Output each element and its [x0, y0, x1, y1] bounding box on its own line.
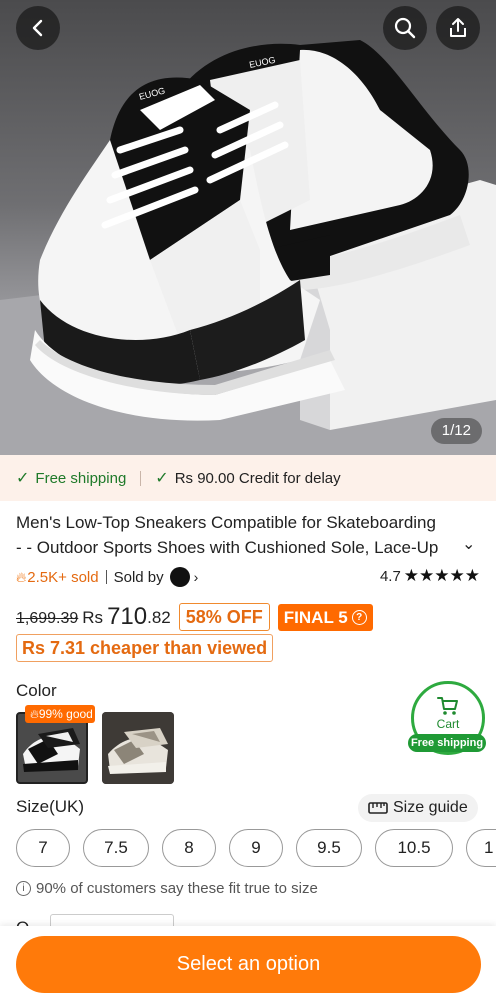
size-chip[interactable]: 8	[162, 829, 216, 867]
seller-logo	[169, 567, 190, 587]
info-icon: i	[16, 881, 31, 896]
ruler-icon	[368, 802, 388, 814]
product-title: Men's Low-Top Sneakers Compatible for Sk…	[16, 510, 456, 560]
sale-price-cents: .82	[147, 608, 171, 627]
chevron-left-icon	[32, 19, 43, 37]
cart-icon	[437, 697, 458, 715]
image-counter: 1/12	[430, 418, 482, 444]
divider	[105, 570, 107, 584]
select-option-button[interactable]: Select an option	[16, 936, 481, 993]
free-shipping-text: Free shipping	[35, 469, 127, 487]
delay-credit-text: Rs 90.00 Credit for delay	[174, 469, 341, 487]
color-label: Color	[16, 681, 57, 700]
search-button[interactable]	[383, 6, 427, 50]
check-icon: ✓	[155, 470, 169, 487]
sneaker-image: EUOG EUOG	[0, 40, 496, 455]
sold-by-link[interactable]: Sold by ›	[113, 567, 199, 587]
size-label: Size(UK)	[16, 797, 85, 816]
search-icon	[394, 17, 416, 39]
size-chip[interactable]: 7	[16, 829, 70, 867]
good-rating-text: 99% good	[38, 707, 93, 721]
title-line-1: Men's Low-Top Sneakers Compatible for Sk…	[16, 513, 436, 532]
fit-note: i 90% of customers say these fit true to…	[16, 880, 318, 897]
flame-icon: 🔥︎	[30, 707, 39, 721]
cheaper-than-viewed-badge: Rs 7.31 cheaper than viewed	[16, 634, 274, 662]
size-guide-label: Size guide	[393, 799, 468, 816]
good-rating-badge: 🔥︎99% good	[25, 705, 95, 723]
fit-note-text: 90% of customers say these fit true to s…	[36, 880, 318, 897]
rating-value: 4.7	[379, 567, 401, 585]
sold-count: 🔥︎ 2.5K+ sold	[16, 569, 99, 586]
divider	[140, 470, 142, 486]
chevron-down-icon[interactable]: ⌄	[462, 534, 475, 554]
chevron-right-icon: ›	[193, 569, 199, 585]
product-image-carousel[interactable]: EUOG EUOG 1/12	[0, 0, 496, 455]
product-meta-row: 🔥︎ 2.5K+ sold Sold by › 4.7 ★★★★★	[16, 566, 480, 588]
color-thumbnail-image	[102, 712, 174, 784]
size-chip[interactable]: 7.5	[83, 829, 149, 867]
sold-by-label: Sold by	[113, 568, 164, 586]
size-chip[interactable]: 1	[466, 829, 496, 867]
size-chip[interactable]: 10.5	[375, 829, 453, 867]
size-chip[interactable]: 9.5	[296, 829, 362, 867]
final-sale-label: FINAL 5	[283, 608, 348, 627]
sale-price: 710	[107, 603, 148, 630]
flame-icon: 🔥︎	[16, 568, 27, 585]
shipping-banner[interactable]: ✓ Free shipping ✓ Rs 90.00 Credit for de…	[0, 455, 496, 501]
discount-badge: 58% OFF	[178, 603, 270, 631]
cart-label: Cart	[436, 717, 460, 731]
size-chip[interactable]: 9	[229, 829, 283, 867]
final-sale-badge[interactable]: FINAL 5 ?	[277, 604, 373, 631]
currency: Rs	[82, 608, 104, 627]
color-thumbnail-image	[18, 714, 86, 782]
check-icon: ✓	[16, 470, 30, 487]
rating[interactable]: 4.7 ★★★★★	[380, 566, 480, 586]
title-line-2: - - Outdoor Sports Shoes with Cushioned …	[16, 538, 439, 557]
question-icon: ?	[351, 610, 367, 625]
color-option-grey-beige[interactable]	[102, 712, 174, 784]
share-button[interactable]	[436, 6, 480, 50]
back-button[interactable]	[16, 6, 60, 50]
original-price: 1,699.39	[16, 610, 79, 627]
sold-count-text: 2.5K+ sold	[27, 568, 99, 586]
price-row: 1,699.39 Rs 710 .82 58% OFF FINAL 5 ?	[16, 601, 373, 631]
star-rating-icon: ★★★★★	[403, 566, 480, 585]
share-icon	[450, 18, 466, 37]
size-options: 7 7.5 8 9 9.5 10.5 1	[16, 829, 496, 867]
cart-free-shipping-tag: Free shipping	[408, 734, 486, 752]
size-guide-button[interactable]: Size guide	[358, 794, 478, 822]
